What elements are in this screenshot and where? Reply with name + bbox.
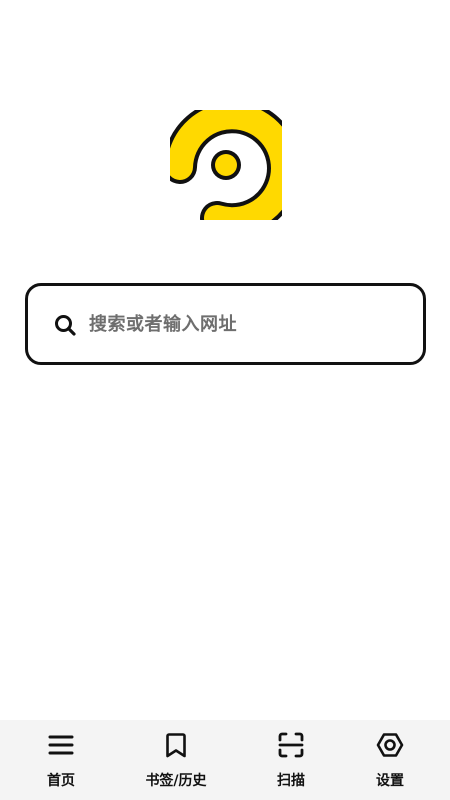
search-bar[interactable]: 搜索或者输入网址 <box>25 283 426 365</box>
tab-bookmarks-history[interactable]: 书签/历史 <box>126 720 226 800</box>
tab-settings[interactable]: 设置 <box>340 720 440 800</box>
tab-bookmarks-label: 书签/历史 <box>145 773 207 789</box>
menu-icon <box>48 735 74 755</box>
tab-scan-label: 扫描 <box>277 773 305 789</box>
search-icon <box>55 315 76 336</box>
search-placeholder: 搜索或者输入网址 <box>89 314 237 335</box>
bookmark-icon <box>166 733 186 758</box>
app-logo <box>163 99 301 238</box>
tab-home[interactable]: 首页 <box>11 720 111 800</box>
settings-icon <box>376 733 404 757</box>
tab-settings-label: 设置 <box>376 773 404 789</box>
scan-icon <box>278 732 304 758</box>
tab-scan[interactable]: 扫描 <box>241 720 341 800</box>
tab-home-label: 首页 <box>47 773 75 789</box>
bottom-nav-bar: 首页 书签/历史 扫描 设置 <box>0 720 450 800</box>
browser-home-screen: 搜索或者输入网址 首页 书签/历史 扫描 设置 <box>0 0 450 800</box>
